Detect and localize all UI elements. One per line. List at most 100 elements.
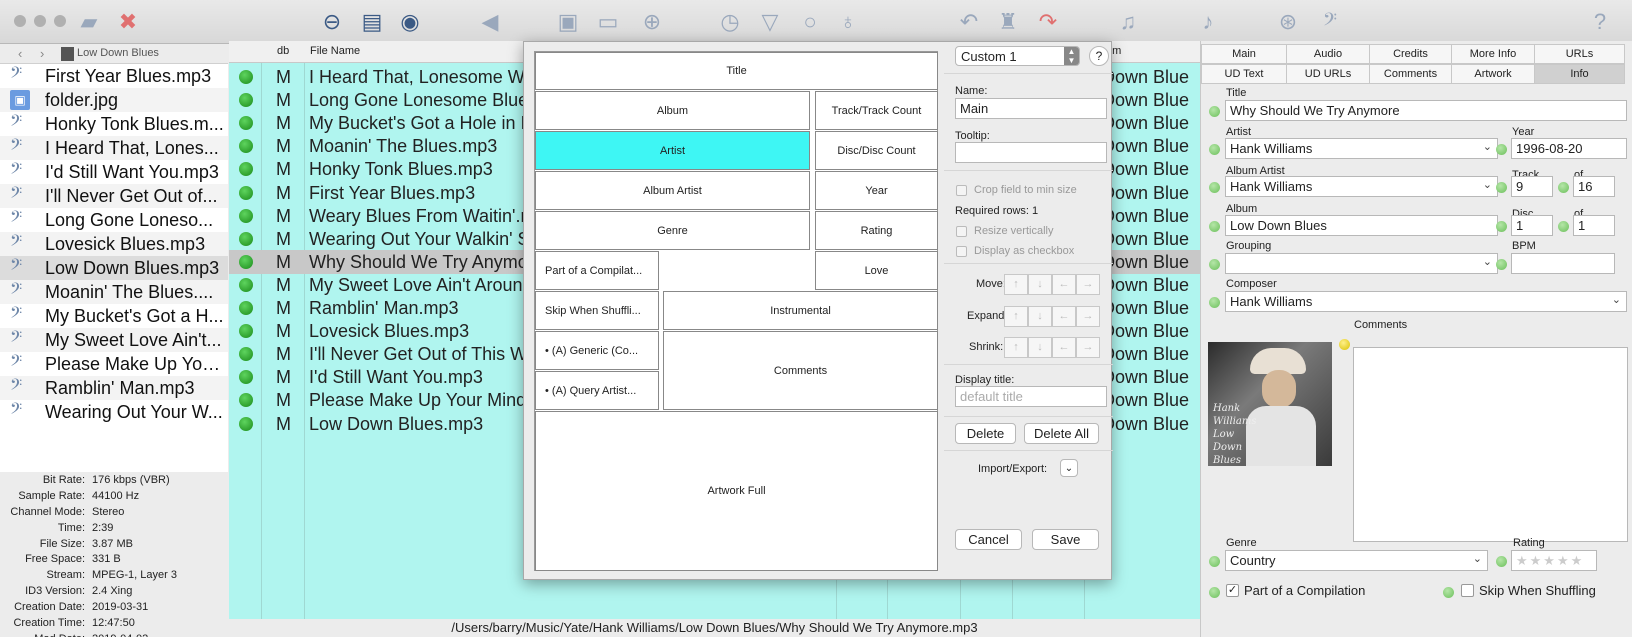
layout-field-artwork[interactable]: Artwork Full [535,411,938,571]
tab-ud-text[interactable]: UD Text [1201,64,1287,84]
file-list-item[interactable]: 𝄢 Please Make Up You... [0,352,228,376]
chevron-down-icon[interactable]: ⌄ [1483,140,1492,153]
back-arrow-icon[interactable]: ‹ [18,46,22,61]
layout-field-album[interactable]: Album [535,91,810,130]
disc-count-field[interactable]: 1 [1573,215,1615,236]
layout-field-rating[interactable]: Rating [815,211,938,250]
album-artist-field[interactable]: Hank Williams ⌄ [1225,176,1498,197]
file-list-item[interactable]: 𝄢 Honky Tonk Blues.m... [0,112,228,136]
rating-field[interactable]: ★★★★★ [1511,550,1597,571]
layout-field-comments[interactable]: Comments [663,331,938,410]
chevron-down-icon[interactable]: ⌄ [1483,178,1492,191]
music-list-icon[interactable]: ♫ [1112,6,1144,38]
genre-field[interactable]: Country ⌄ [1225,550,1488,571]
tooltip-input[interactable] [955,142,1107,163]
display-checkbox[interactable] [956,246,967,257]
file-list-item[interactable]: 𝄢 My Bucket's Got a H... [0,304,228,328]
tab-more-info[interactable]: More Info [1451,44,1535,64]
resize-checkbox[interactable] [956,226,967,237]
shrink-right-icon[interactable]: → [1076,337,1100,358]
tag-icon[interactable]: ▰ [73,6,105,38]
move-down-icon[interactable]: ↓ [1028,274,1052,295]
expand-right-icon[interactable]: → [1076,306,1100,327]
close-icon[interactable]: ✖ [112,6,144,38]
name-input[interactable]: Main [955,98,1107,119]
chevron-down-icon[interactable]: ⌄ [1473,552,1482,565]
help-icon[interactable]: ? [1584,6,1616,38]
compilation-checkbox[interactable]: ✓ [1226,584,1239,597]
file-list-item[interactable]: 𝄢 Long Gone Loneso... [0,208,228,232]
file-list-item[interactable]: 𝄢 Moanin' The Blues.... [0,280,228,304]
layout-field-title[interactable]: Title [535,52,938,90]
layout-field-disc[interactable]: Disc/Disc Count [815,131,938,170]
disc-icon[interactable]: ◉ [394,6,426,38]
minus-icon[interactable]: ⊖ [316,6,348,38]
title-field[interactable]: Why Should We Try Anymore [1225,100,1627,121]
stamp-icon[interactable]: ♜ [992,6,1024,38]
shrink-down-icon[interactable]: ↓ [1028,337,1052,358]
mic-icon[interactable]: ♁ [832,6,864,38]
notebook-icon[interactable]: ▤ [356,6,388,38]
skip-shuffling-checkbox[interactable] [1461,584,1474,597]
clock-icon[interactable]: ◷ [714,6,746,38]
layout-field-artist[interactable]: Artist [535,131,810,170]
layout-field-year[interactable]: Year [815,171,938,210]
cancel-button[interactable]: Cancel [955,529,1022,550]
track-count-field[interactable]: 16 [1573,176,1615,197]
textfield-icon[interactable]: ▭ [592,6,624,38]
zoom-icon[interactable]: ⊕ [636,6,668,38]
grouping-field[interactable]: ⌄ [1225,253,1498,274]
artist-field[interactable]: Hank Williams ⌄ [1225,138,1498,159]
file-list-item[interactable]: 𝄢 My Sweet Love Ain't... [0,328,228,352]
layout-field-track[interactable]: Track/Track Count [815,91,938,130]
tab-credits[interactable]: Credits [1369,44,1452,64]
music-note-icon[interactable]: ♪ [1192,6,1224,38]
breadcrumb-label[interactable]: Low Down Blues [77,47,159,59]
file-list-item[interactable]: 𝄢 I Heard That, Lones... [0,136,228,160]
comments-field[interactable] [1353,347,1628,542]
stepper-icon[interactable]: ▲ ▼ [1064,47,1079,65]
album-field[interactable]: Low Down Blues [1225,215,1498,236]
window-minimize-control[interactable] [34,15,46,27]
move-left-icon[interactable]: ← [1052,274,1076,295]
file-list-item[interactable]: ▣ folder.jpg [0,88,228,112]
shrink-left-icon[interactable]: ← [1052,337,1076,358]
tab-urls[interactable]: URLs [1534,44,1625,64]
filter-icon[interactable]: ▽ [754,6,786,38]
bass-clef-icon[interactable]: 𝄢 [1314,6,1346,38]
file-list-item[interactable]: 𝄢 I'll Never Get Out of... [0,184,228,208]
file-list-item[interactable]: 𝄢 Lovesick Blues.mp3 [0,232,228,256]
layout-field-skip[interactable]: Skip When Shuffli... [535,291,659,330]
layout-field-love[interactable]: Love [815,251,938,290]
window-zoom-control[interactable] [54,15,66,27]
search-icon[interactable]: ○ [794,6,826,38]
chevron-down-icon[interactable]: ⌄ [1483,255,1492,268]
column-header-file-name[interactable]: File Name [310,45,360,57]
layout-field-genre[interactable]: Genre [535,211,810,250]
expand-up-icon[interactable]: ↑ [1004,306,1028,327]
layout-field-album-artist[interactable]: Album Artist [535,171,810,210]
preset-select[interactable]: Custom 1 ▲ ▼ [955,46,1080,66]
tab-info[interactable]: Info [1534,64,1625,84]
move-up-icon[interactable]: ↑ [1004,274,1028,295]
file-list-item[interactable]: 𝄢 Ramblin' Man.mp3 [0,376,228,400]
import-export-menu-button[interactable]: ⌄ [1060,459,1078,477]
disc-field[interactable]: 1 [1511,215,1553,236]
download-icon[interactable]: ⊛ [1272,6,1304,38]
expand-left-icon[interactable]: ← [1052,306,1076,327]
file-list-item[interactable]: 𝄢 Low Down Blues.mp3 [0,256,228,280]
chevron-down-icon[interactable]: ⌄ [1612,293,1621,306]
column-header-db[interactable]: db [277,45,289,57]
tab-ud-urls[interactable]: UD URLs [1286,64,1370,84]
save-icon[interactable]: ▣ [552,6,584,38]
delete-all-button[interactable]: Delete All [1024,423,1099,444]
tab-audio[interactable]: Audio [1286,44,1370,64]
delete-button[interactable]: Delete [955,423,1016,444]
layout-field-instrumental[interactable]: Instrumental [663,291,938,330]
layout-field-generic[interactable]: • (A) Generic (Co... [535,331,659,370]
display-title-input[interactable]: default title [955,386,1107,407]
album-artwork[interactable]: Hank Williams Low Down Blues [1208,342,1332,466]
window-close-control[interactable] [14,15,26,27]
layout-field-compilation[interactable]: Part of a Compilat... [535,251,659,290]
tab-main[interactable]: Main [1201,44,1287,64]
